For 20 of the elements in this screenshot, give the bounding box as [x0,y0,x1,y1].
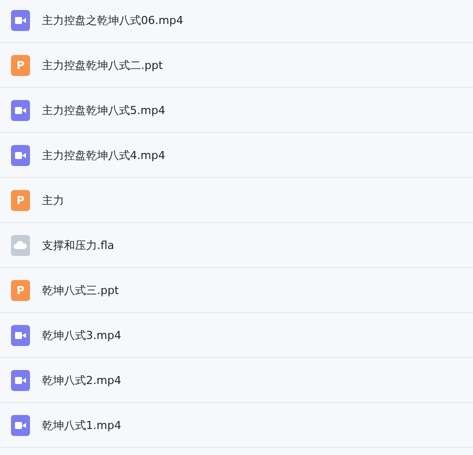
file-name[interactable]: 乾坤八式3.mp4 [42,328,122,342]
presentation-file-icon: P [11,54,30,76]
cloud-file-icon [11,234,30,256]
video-camera-icon [11,144,30,166]
video-camera-icon [11,10,30,30]
file-name[interactable]: 主力控盘之乾坤八式06.mp4 [42,12,184,28]
file-name[interactable]: 支撑和压力.fla [42,238,114,252]
file-name[interactable]: 主力控盘乾坤八式5.mp4 [42,102,166,118]
video-camera-icon [11,370,30,390]
file-name[interactable]: 主力控盘乾坤八式二.ppt [42,58,163,72]
presentation-file-icon: P [11,280,30,300]
presentation-file-icon: P [11,190,30,210]
file-name[interactable]: 主力 [42,192,64,208]
video-camera-icon [11,100,30,120]
file-name[interactable]: 乾坤八式三.ppt [42,282,119,298]
file-name[interactable]: 乾坤八式1.mp4 [42,418,122,432]
video-camera-icon [11,324,30,346]
file-name[interactable]: 乾坤八式2.mp4 [42,372,122,388]
video-camera-icon [11,414,30,436]
file-name[interactable]: 主力控盘乾坤八式4.mp4 [42,148,166,162]
